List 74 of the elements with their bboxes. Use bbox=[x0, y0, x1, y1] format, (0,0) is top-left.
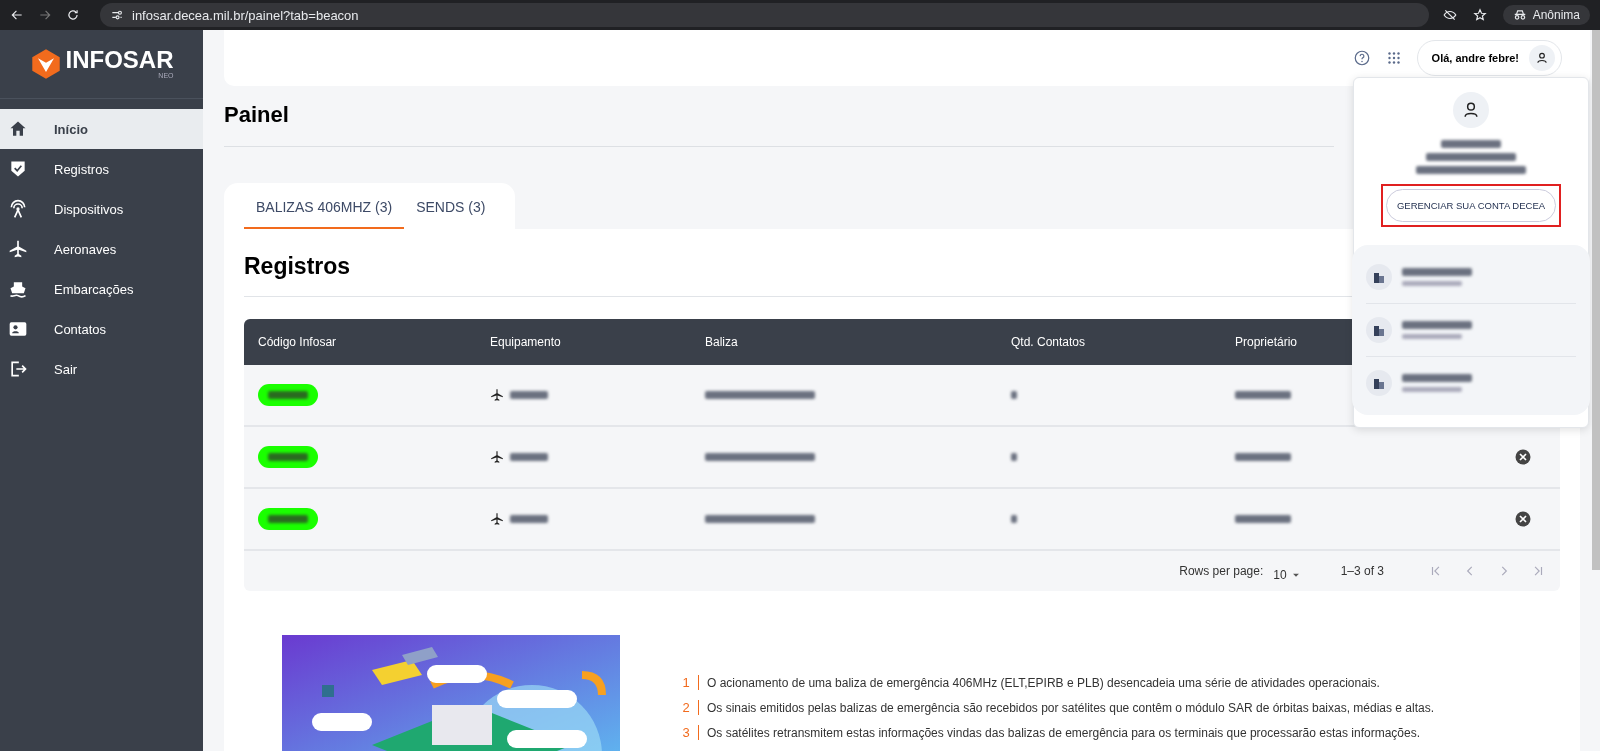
redacted-text bbox=[1441, 140, 1501, 148]
step-text: Os sinais emitidos pelas balizas de emergência são recebidos por satélites que contêm o módulo SAR de órbitas baixas, médias e altas. bbox=[707, 700, 1435, 715]
sidebar-item[interactable]: Aeronaves bbox=[0, 229, 203, 269]
redacted-text bbox=[510, 515, 548, 523]
page-title: Painel bbox=[224, 102, 1334, 147]
column-header: Baliza bbox=[704, 335, 738, 349]
sidebar-item[interactable]: Embarcações bbox=[0, 269, 203, 309]
redacted-text bbox=[1402, 321, 1472, 329]
step-number: 1 bbox=[680, 675, 699, 690]
user-icon bbox=[1535, 51, 1549, 65]
redacted-text bbox=[1011, 391, 1017, 399]
sidebar-item[interactable]: Início bbox=[0, 109, 203, 149]
logo-icon bbox=[29, 48, 62, 80]
manage-account-button[interactable]: GERENCIAR SUA CONTA DECEA bbox=[1385, 189, 1557, 222]
building-icon bbox=[1366, 370, 1392, 396]
sidebar-item[interactable]: Dispositivos bbox=[0, 189, 203, 229]
remove-icon[interactable] bbox=[1514, 510, 1532, 528]
reload-icon[interactable] bbox=[66, 8, 80, 22]
column-header: Equipamento bbox=[489, 335, 561, 349]
redacted-text bbox=[510, 391, 548, 399]
redacted-text bbox=[1402, 387, 1462, 392]
eye-off-icon[interactable] bbox=[1442, 8, 1457, 22]
airplane-icon bbox=[490, 450, 504, 464]
sidebar-item[interactable]: Registros bbox=[0, 149, 203, 189]
step-text: O acionamento de uma baliza de emergência 406MHz (ELT,EPIRB e PLB) desencadeia uma série de atividades operacionais. bbox=[707, 675, 1380, 690]
redacted-text bbox=[1402, 334, 1462, 339]
rows-per-page-select[interactable]: 10 bbox=[1273, 568, 1301, 582]
page-range: 1–3 of 3 bbox=[1340, 564, 1384, 578]
antenna-icon bbox=[8, 199, 28, 219]
incognito-icon bbox=[1512, 8, 1527, 22]
column-header: Qtd. Contatos bbox=[1010, 335, 1086, 349]
redacted-text bbox=[1235, 391, 1291, 399]
redacted-text bbox=[268, 391, 308, 399]
incognito-profile-button[interactable]: Anônima bbox=[1502, 5, 1590, 25]
ship-icon bbox=[8, 279, 28, 299]
redacted-text bbox=[1235, 515, 1291, 523]
home-icon bbox=[8, 119, 28, 139]
back-icon[interactable] bbox=[10, 8, 24, 22]
redacted-text bbox=[1011, 515, 1017, 523]
user-icon bbox=[1461, 100, 1481, 120]
redacted-text bbox=[1402, 374, 1472, 382]
redacted-text bbox=[1402, 268, 1472, 276]
building-icon bbox=[1366, 317, 1392, 343]
column-header: Proprietário bbox=[1234, 335, 1298, 349]
redacted-text bbox=[268, 515, 308, 523]
building-icon bbox=[1366, 264, 1392, 290]
column-header: Código Infosar bbox=[257, 335, 337, 349]
logo-text: INFOSAR bbox=[65, 48, 174, 72]
user-menu-button[interactable]: Olá, andre febre! bbox=[1416, 40, 1562, 76]
step-number: 3 bbox=[680, 725, 699, 740]
sidebar-item[interactable]: Sair bbox=[0, 349, 203, 389]
site-settings-icon[interactable] bbox=[110, 8, 124, 22]
sidebar-item[interactable]: Contatos bbox=[0, 309, 203, 349]
shield-check-icon bbox=[8, 159, 28, 179]
redacted-text bbox=[1235, 453, 1291, 461]
help-icon[interactable] bbox=[1352, 49, 1371, 67]
address-bar[interactable]: infosar.decea.mil.br/painel?tab=beacon bbox=[100, 3, 1429, 27]
scrollbar[interactable] bbox=[1592, 30, 1600, 570]
redacted-text bbox=[1011, 453, 1017, 461]
exit-icon bbox=[8, 359, 28, 379]
airplane-icon bbox=[490, 388, 504, 402]
contact-card-icon bbox=[8, 319, 28, 339]
airplane-icon bbox=[490, 512, 504, 526]
airplane-icon bbox=[8, 239, 28, 259]
forward-icon[interactable] bbox=[38, 8, 52, 22]
remove-icon[interactable] bbox=[1514, 448, 1532, 466]
step-text: Os satélites retransmitem estas informações vindas das balizas de emergência para os terminais que processarão estas informações. bbox=[707, 725, 1420, 740]
rows-per-page-label: Rows per page: bbox=[1179, 564, 1264, 578]
redacted-text bbox=[510, 453, 548, 461]
tab[interactable]: SENDS (3) bbox=[404, 199, 498, 229]
star-icon[interactable] bbox=[1472, 8, 1487, 22]
redacted-text bbox=[1402, 281, 1462, 286]
step-number: 2 bbox=[680, 700, 699, 715]
redacted-text bbox=[268, 453, 308, 461]
